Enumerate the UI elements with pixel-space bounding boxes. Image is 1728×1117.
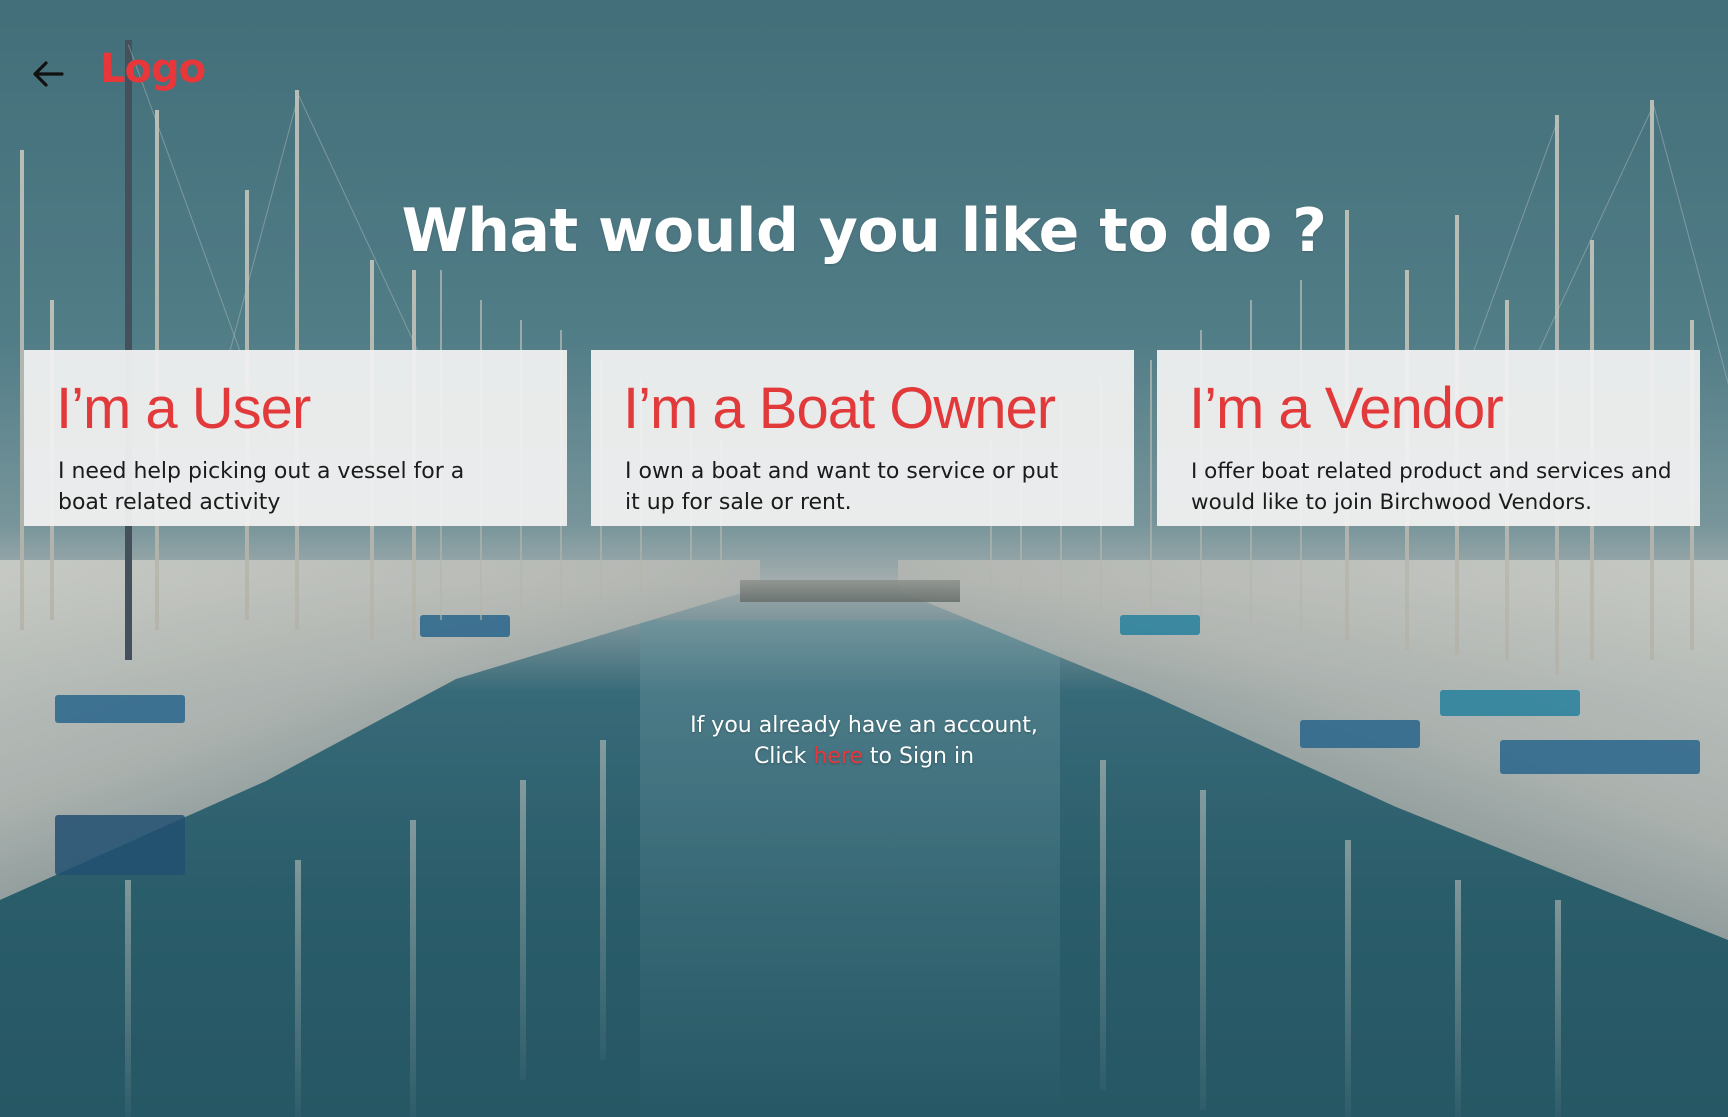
page: Logo What would you like to do ? I’m a U… bbox=[0, 0, 1728, 1117]
signin-prompt: If you already have an account, Click he… bbox=[0, 710, 1728, 772]
card-vendor[interactable]: I’m a Vendor I offer boat related produc… bbox=[1157, 350, 1700, 526]
back-button[interactable] bbox=[28, 54, 68, 94]
card-boat-owner[interactable]: I’m a Boat Owner I own a boat and want t… bbox=[591, 350, 1134, 526]
signin-line2: Click here to Sign in bbox=[0, 741, 1728, 772]
card-title: I’m a User bbox=[56, 376, 311, 441]
card-description: I offer boat related product and service… bbox=[1191, 459, 1672, 515]
card-description: I need help picking out a vessel for a b… bbox=[58, 459, 465, 515]
card-user[interactable]: I’m a User I need help picking out a ves… bbox=[24, 350, 567, 526]
card-title: I’m a Boat Owner bbox=[623, 376, 1056, 441]
logo[interactable]: Logo bbox=[100, 46, 206, 92]
signin-line1: If you already have an account, bbox=[690, 713, 1038, 738]
arrow-left-icon bbox=[33, 61, 64, 87]
signin-link[interactable]: here bbox=[813, 744, 863, 769]
card-title: I’m a Vendor bbox=[1189, 376, 1504, 441]
card-description: I own a boat and want to service or put … bbox=[625, 459, 1059, 515]
background-overlay bbox=[0, 0, 1728, 1117]
page-title: What would you like to do ? bbox=[401, 196, 1327, 266]
role-options: I’m a User I need help picking out a ves… bbox=[24, 350, 1704, 526]
signin-suffix: to Sign in bbox=[862, 744, 975, 769]
signin-prefix: Click bbox=[753, 744, 814, 769]
